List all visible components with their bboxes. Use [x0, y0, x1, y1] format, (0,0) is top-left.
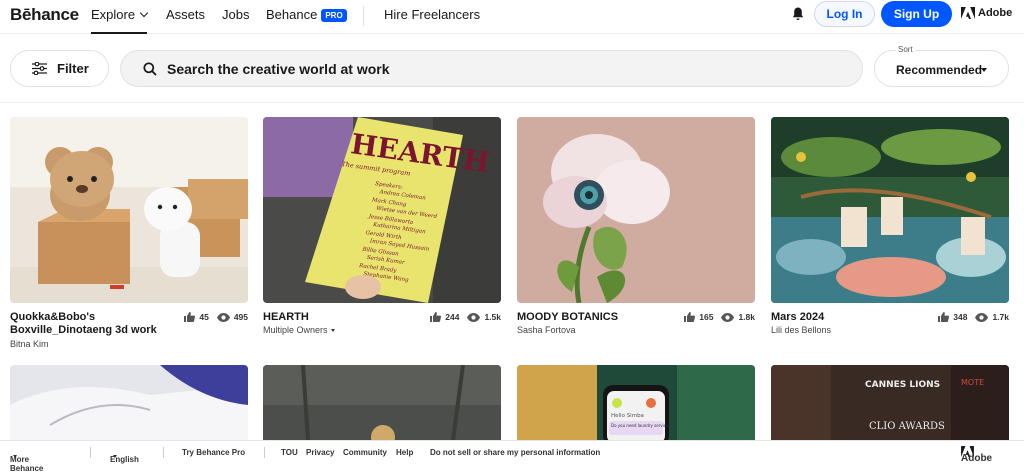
- project-thumbnail[interactable]: Hello Simba Do you need laundry services: [517, 365, 755, 440]
- project-owner[interactable]: Multiple Owners: [263, 325, 335, 335]
- search-icon: [143, 61, 157, 76]
- footer-divider: [163, 447, 164, 458]
- eye-icon: [721, 312, 735, 322]
- eye-icon: [975, 312, 989, 322]
- search-placeholder: Search the creative world at work: [167, 60, 390, 77]
- sort-value: Recommended: [896, 63, 983, 77]
- project-thumbnail[interactable]: [10, 365, 248, 440]
- filter-bar: Filter Search the creative world at work…: [0, 35, 1024, 103]
- pro-badge: PRO: [321, 9, 347, 22]
- nav-jobs[interactable]: Jobs: [222, 7, 249, 22]
- footer-adobe[interactable]: Adobe: [961, 446, 992, 464]
- thumbs-up-icon: [430, 312, 442, 322]
- view-count: 1.5k: [484, 312, 501, 322]
- clio-awards-label: CLIO AWARDS: [869, 421, 945, 432]
- view-count: 495: [233, 312, 248, 322]
- cannes-lions-label: CANNES LIONS: [865, 380, 940, 390]
- nav-hire-freelancers[interactable]: Hire Freelancers: [384, 7, 480, 22]
- footer-divider: [90, 447, 91, 458]
- project-title[interactable]: MOODY BOTANICS: [517, 311, 682, 324]
- search-input[interactable]: Search the creative world at work: [120, 50, 863, 87]
- chevron-down-icon: [139, 8, 149, 18]
- phone-message: Do you need laundry services: [611, 423, 671, 428]
- like-count: 348: [953, 312, 968, 322]
- nav-behance-pro[interactable]: Behance PRO: [266, 7, 347, 23]
- project-thumbnail[interactable]: [10, 117, 248, 303]
- caret-down-icon: [330, 329, 335, 332]
- view-count: 1.8k: [738, 312, 755, 322]
- sort-dropdown[interactable]: Sort Recommended: [874, 45, 1009, 87]
- nav-divider: [363, 6, 364, 26]
- project-thumbnail[interactable]: [517, 117, 755, 303]
- thumbs-up-icon: [184, 312, 196, 322]
- project-thumbnail[interactable]: CANNES LIONS CLIO AWARDS MOTE: [771, 365, 1009, 440]
- project-owner-label: Multiple Owners: [263, 325, 328, 335]
- top-navigation: Bēhance Explore Assets Jobs Behance PRO H…: [0, 0, 1024, 34]
- like-count: 165: [699, 312, 714, 322]
- nav-explore[interactable]: Explore: [91, 7, 149, 34]
- footer-do-not-sell[interactable]: Do not sell or share my personal informa…: [430, 448, 600, 457]
- view-count: 1.7k: [992, 312, 1009, 322]
- footer-try-pro[interactable]: Try Behance Pro: [182, 448, 245, 457]
- footer-adobe-label: Adobe: [961, 453, 993, 464]
- eye-icon: [467, 312, 481, 322]
- project-owner[interactable]: Bitna Kim: [10, 339, 49, 349]
- project-thumbnail[interactable]: HEARTH The summit program Speakers: Andre…: [263, 117, 501, 303]
- like-count: 244: [445, 312, 460, 322]
- project-title[interactable]: Mars 2024: [771, 311, 936, 324]
- signup-button[interactable]: Sign Up: [881, 1, 952, 27]
- project-stats: 45 495: [184, 312, 248, 322]
- project-thumbnail[interactable]: [771, 117, 1009, 303]
- nav-assets[interactable]: Assets: [166, 7, 205, 22]
- like-count: 45: [199, 312, 209, 322]
- nav-explore-label: Explore: [91, 7, 136, 22]
- behance-logo[interactable]: Bēhance: [10, 5, 79, 25]
- eye-icon: [216, 312, 230, 322]
- adobe-logo-icon: [961, 7, 975, 19]
- sort-label: Sort: [896, 45, 915, 54]
- project-title[interactable]: HEARTH: [263, 311, 428, 324]
- motel-sign: MOTE: [961, 378, 984, 387]
- project-stats: 165 1.8k: [684, 312, 755, 322]
- project-owner[interactable]: Lili des Bellons: [771, 325, 831, 335]
- footer-tou[interactable]: TOU: [281, 448, 298, 457]
- project-stats: 348 1.7k: [938, 312, 1009, 322]
- adobe-link[interactable]: Adobe: [961, 7, 1012, 19]
- filter-label: Filter: [57, 61, 89, 76]
- thumbs-up-icon: [938, 312, 950, 322]
- sliders-icon: [32, 62, 47, 75]
- caret-down-icon: [981, 68, 987, 72]
- bell-icon[interactable]: [792, 7, 804, 21]
- caret-down-icon: [13, 455, 17, 458]
- project-title[interactable]: Quokka&Bobo's Boxville_Dinotaeng 3d work: [10, 311, 175, 337]
- project-stats: 244 1.5k: [430, 312, 501, 322]
- adobe-label: Adobe: [978, 7, 1013, 19]
- project-owner[interactable]: Sasha Fortova: [517, 325, 576, 335]
- filter-button[interactable]: Filter: [10, 50, 109, 87]
- footer-privacy[interactable]: Privacy: [306, 448, 334, 457]
- thumbs-up-icon: [684, 312, 696, 322]
- phone-greeting: Hello Simba: [611, 413, 644, 419]
- nav-behance-label: Behance: [266, 7, 318, 22]
- project-thumbnail[interactable]: [263, 365, 501, 440]
- footer-help[interactable]: Help: [396, 448, 413, 457]
- caret-down-icon: [113, 455, 117, 458]
- footer-divider: [264, 447, 265, 458]
- footer: More Behance English Try Behance Pro TOU…: [0, 440, 1024, 473]
- login-button[interactable]: Log In: [814, 1, 875, 27]
- footer-community[interactable]: Community: [343, 448, 387, 457]
